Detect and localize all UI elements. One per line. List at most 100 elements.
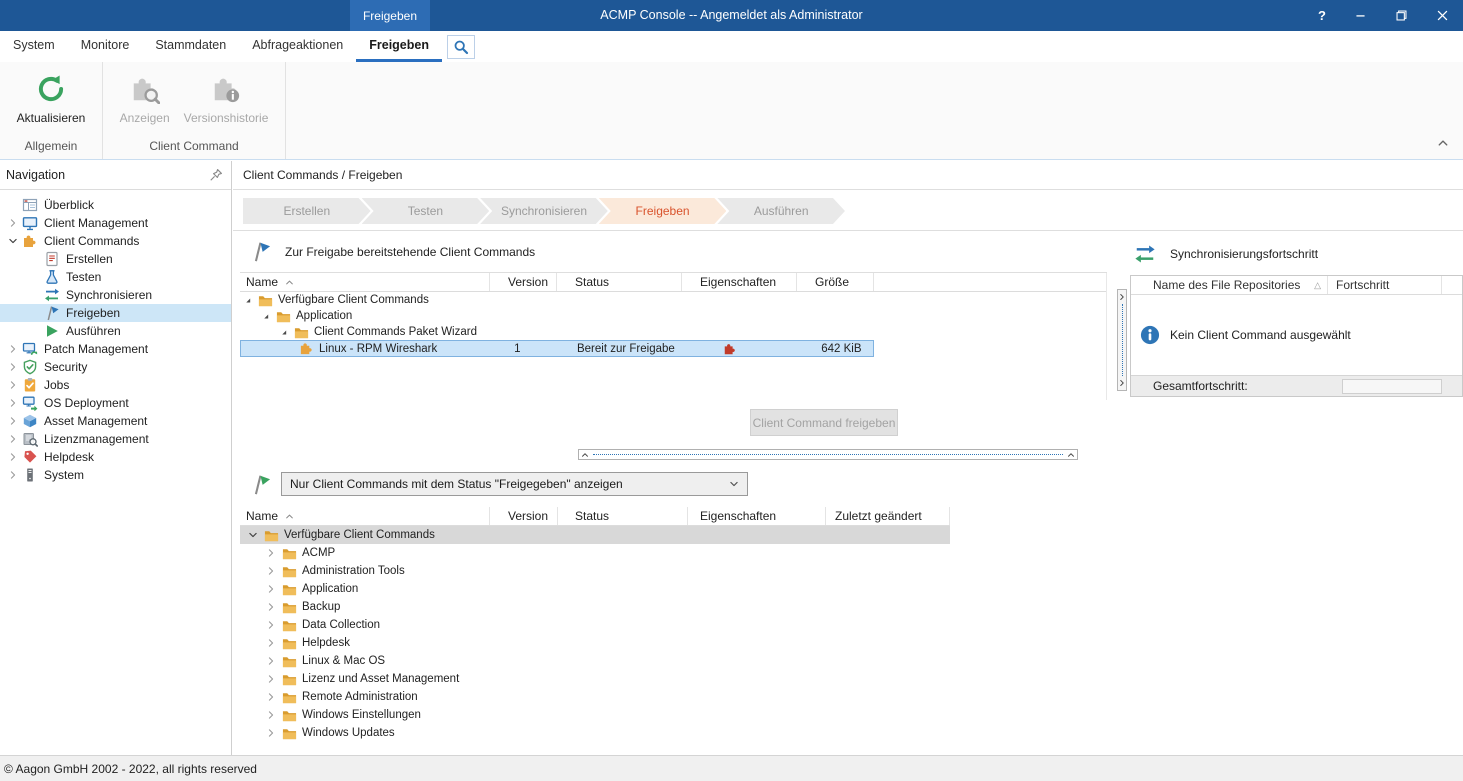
expander-icon[interactable] bbox=[8, 380, 22, 390]
workflow-step[interactable]: Synchronisieren bbox=[480, 198, 608, 224]
sidebar-item[interactable]: Jobs bbox=[0, 376, 231, 394]
search-button[interactable] bbox=[447, 35, 475, 59]
folder-row[interactable]: Helpdesk bbox=[240, 634, 950, 652]
expander-icon[interactable] bbox=[30, 290, 44, 300]
expander-icon[interactable] bbox=[30, 308, 44, 318]
sidebar-item[interactable]: System bbox=[0, 466, 231, 484]
expander-icon[interactable] bbox=[8, 470, 22, 480]
expander-icon[interactable] bbox=[8, 434, 22, 444]
workflow-step[interactable]: Ausführen bbox=[717, 198, 845, 224]
column-header-eigenschaften[interactable]: Eigenschaften bbox=[682, 273, 797, 291]
expander-icon[interactable] bbox=[266, 638, 282, 648]
expander-icon[interactable] bbox=[8, 362, 22, 372]
expander-icon[interactable] bbox=[248, 530, 264, 540]
expander-icon[interactable] bbox=[266, 710, 282, 720]
expander-icon[interactable] bbox=[30, 272, 44, 282]
column-header-fortschritt[interactable]: Fortschritt bbox=[1328, 276, 1442, 294]
column-header-name[interactable]: Name bbox=[240, 507, 490, 525]
folder-row[interactable]: Lizenz und Asset Management bbox=[240, 670, 950, 688]
column-header-groesse[interactable]: Größe bbox=[797, 273, 874, 291]
folder-row[interactable]: ACMP bbox=[240, 544, 950, 562]
expander-icon[interactable] bbox=[30, 326, 44, 336]
sidebar-item[interactable]: Erstellen bbox=[0, 250, 231, 268]
expander-icon[interactable] bbox=[30, 254, 44, 264]
pin-icon[interactable] bbox=[209, 168, 223, 182]
version-history-button[interactable]: Versionshistorie bbox=[178, 70, 275, 129]
expander-icon[interactable] bbox=[266, 656, 282, 666]
expander-icon[interactable] bbox=[266, 674, 282, 684]
expander-icon[interactable] bbox=[266, 548, 282, 558]
expander-icon[interactable] bbox=[8, 452, 22, 462]
sidebar-item[interactable]: Überblick bbox=[0, 196, 231, 214]
sidebar-item[interactable]: Ausführen bbox=[0, 322, 231, 340]
release-command-button[interactable]: Client Command freigeben bbox=[750, 409, 898, 436]
menu-item[interactable]: Abfrageaktionen bbox=[239, 31, 356, 62]
collapse-ribbon-icon[interactable] bbox=[1437, 137, 1449, 149]
column-header-version[interactable]: Version bbox=[490, 507, 558, 525]
column-header-version[interactable]: Version bbox=[490, 273, 557, 291]
workflow-step[interactable]: Erstellen bbox=[243, 198, 371, 224]
refresh-button[interactable]: Aktualisieren bbox=[11, 70, 92, 129]
expander-icon[interactable] bbox=[8, 200, 22, 210]
expander-icon[interactable] bbox=[8, 236, 22, 246]
horizontal-splitter[interactable] bbox=[578, 449, 1078, 460]
sidebar-item[interactable]: Client Commands bbox=[0, 232, 231, 250]
folder-row[interactable]: Backup bbox=[240, 598, 950, 616]
sidebar-item[interactable]: Testen bbox=[0, 268, 231, 286]
expanded-marker-icon[interactable] bbox=[280, 328, 294, 337]
folder-row[interactable]: Administration Tools bbox=[240, 562, 950, 580]
column-header-zuletzt-geaendert[interactable]: Zuletzt geändert bbox=[826, 507, 950, 525]
expanded-marker-icon[interactable] bbox=[262, 312, 276, 321]
workflow-step[interactable]: Testen bbox=[362, 198, 490, 224]
expander-icon[interactable] bbox=[266, 728, 282, 738]
sidebar-item[interactable]: Helpdesk bbox=[0, 448, 231, 466]
expander-icon[interactable] bbox=[266, 620, 282, 630]
sidebar-item[interactable]: OS Deployment bbox=[0, 394, 231, 412]
close-button[interactable] bbox=[1436, 9, 1449, 22]
column-header-status[interactable]: Status bbox=[558, 507, 688, 525]
column-header-repository[interactable]: Name des File Repositories△ bbox=[1131, 276, 1328, 294]
expander-icon[interactable] bbox=[266, 692, 282, 702]
expander-icon[interactable] bbox=[8, 344, 22, 354]
expander-icon[interactable] bbox=[266, 584, 282, 594]
menu-item[interactable]: System bbox=[0, 31, 68, 62]
menu-item[interactable]: Freigeben bbox=[356, 31, 442, 62]
expander-icon[interactable] bbox=[266, 602, 282, 612]
expander-icon[interactable] bbox=[8, 398, 22, 408]
column-header-name[interactable]: Name bbox=[240, 273, 490, 291]
minimize-button[interactable] bbox=[1354, 9, 1367, 22]
expander-icon[interactable] bbox=[8, 416, 22, 426]
folder-row[interactable]: Remote Administration bbox=[240, 688, 950, 706]
folder-row[interactable]: Data Collection bbox=[240, 616, 950, 634]
status-filter-dropdown[interactable]: Nur Client Commands mit dem Status "Frei… bbox=[281, 472, 748, 496]
client-command-row[interactable]: Client Commands Paket Wizard bbox=[240, 324, 874, 340]
help-button[interactable]: ? bbox=[1318, 9, 1326, 22]
folder-row[interactable]: Windows Updates bbox=[240, 724, 950, 742]
folder-row[interactable]: Linux & Mac OS bbox=[240, 652, 950, 670]
collapse-up-icon[interactable] bbox=[1067, 451, 1075, 459]
folder-row[interactable]: Verfügbare Client Commands bbox=[240, 526, 950, 544]
expander-icon[interactable] bbox=[8, 218, 22, 228]
sidebar-item[interactable]: Security bbox=[0, 358, 231, 376]
folder-row[interactable]: Application bbox=[240, 580, 950, 598]
column-header-status[interactable]: Status bbox=[557, 273, 682, 291]
client-command-row[interactable]: Application bbox=[240, 308, 874, 324]
collapse-up-icon[interactable] bbox=[581, 451, 589, 459]
sidebar-item[interactable]: Client Management bbox=[0, 214, 231, 232]
show-button[interactable]: Anzeigen bbox=[114, 70, 176, 129]
menu-item[interactable]: Monitore bbox=[68, 31, 143, 62]
expanded-marker-icon[interactable] bbox=[244, 296, 258, 305]
sidebar-item[interactable]: Synchronisieren bbox=[0, 286, 231, 304]
sidebar-item[interactable]: Lizenzmanagement bbox=[0, 430, 231, 448]
menu-item[interactable]: Stammdaten bbox=[142, 31, 239, 62]
sidebar-item[interactable]: Patch Management bbox=[0, 340, 231, 358]
client-command-row[interactable]: Verfügbare Client Commands bbox=[240, 292, 874, 308]
sidebar-item[interactable]: Asset Management bbox=[0, 412, 231, 430]
restore-button[interactable] bbox=[1395, 9, 1408, 22]
vertical-splitter[interactable] bbox=[1117, 289, 1127, 391]
workflow-step[interactable]: Freigeben bbox=[599, 198, 727, 224]
folder-row[interactable]: Windows Einstellungen bbox=[240, 706, 950, 724]
collapse-right-icon[interactable] bbox=[1118, 293, 1126, 301]
client-command-row[interactable]: Linux - RPM Wireshark 1 Bereit zur Freig… bbox=[240, 340, 874, 357]
collapse-right-icon[interactable] bbox=[1118, 379, 1126, 387]
